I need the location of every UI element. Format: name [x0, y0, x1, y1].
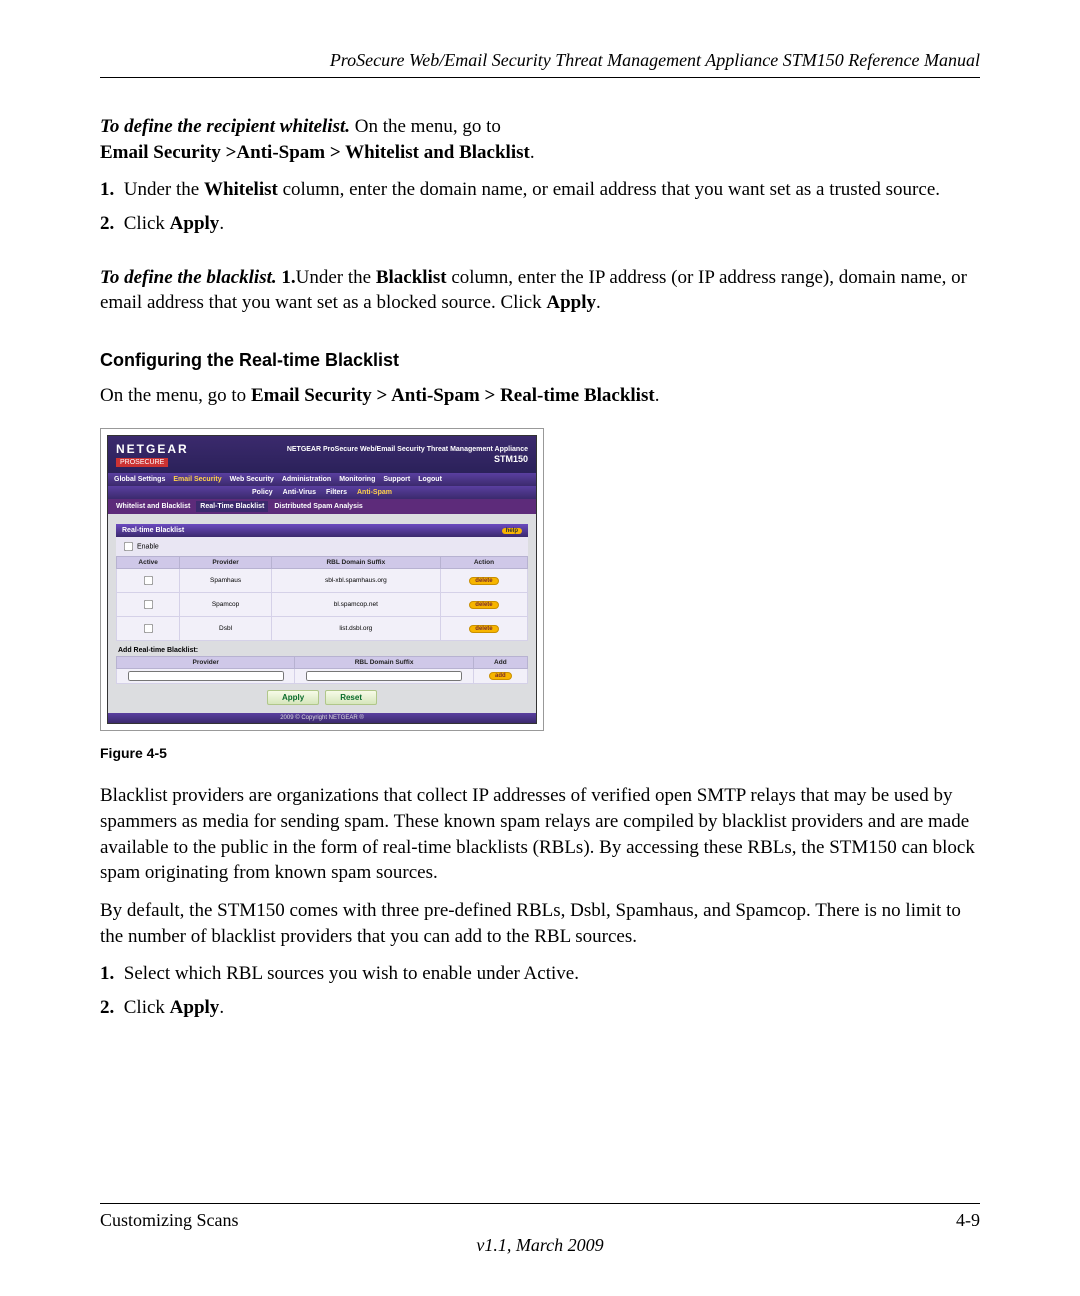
provider-cell: Dsbl	[180, 617, 271, 641]
tab-real-time-blacklist[interactable]: Real-Time Blacklist	[196, 501, 268, 512]
apply-button[interactable]: Apply	[267, 690, 319, 705]
enable-row: Enable	[116, 537, 528, 556]
table-row: Spamhaussbl-xbl.spamhaus.org delete	[117, 569, 528, 593]
nav-item-administration[interactable]: Administration	[282, 476, 331, 483]
footer-right: 4-9	[956, 1210, 980, 1231]
para-rbl-desc-2: By default, the STM150 comes with three …	[100, 898, 980, 949]
sub-nav: Policy Anti-Virus Filters Anti-Spam	[108, 486, 536, 499]
table-row: Spamcopbl.spamcop.net delete	[117, 593, 528, 617]
nav-item-web-security[interactable]: Web Security	[230, 476, 274, 483]
active-checkbox[interactable]	[144, 576, 153, 585]
reset-button[interactable]: Reset	[325, 690, 377, 705]
footer-left: Customizing Scans	[100, 1210, 239, 1231]
nav-item-support[interactable]: Support	[383, 476, 410, 483]
add-button[interactable]: add	[489, 672, 512, 680]
help-badge[interactable]: help	[502, 528, 522, 534]
para-rbl-desc-1: Blacklist providers are organizations th…	[100, 783, 980, 886]
col-action: Action	[440, 557, 527, 569]
rbl-step-2: 2. Click Apply.	[124, 995, 980, 1021]
rbl-step-1: 1. Select which RBL sources you wish to …	[124, 961, 980, 987]
prosecure-tag: PROSECURE	[116, 458, 168, 467]
rtbl-intro: On the menu, go to Email Security > Anti…	[100, 383, 980, 409]
add-rtbl-table: ProviderRBL Domain SuffixAdd add	[116, 656, 528, 684]
provider-cell: Spamhaus	[180, 569, 271, 593]
blacklist-intro: To define the blacklist. 1.Under the Bla…	[100, 265, 980, 316]
whitelist-lead: To define the recipient whitelist.	[100, 116, 350, 137]
panel-title-bar: Real-time Blacklist help	[116, 524, 528, 537]
active-checkbox[interactable]	[144, 600, 153, 609]
suffix-cell: list.dsbl.org	[271, 617, 440, 641]
nav-item-logout[interactable]: Logout	[418, 476, 442, 483]
whitelist-path: Email Security >Anti-Spam > Whitelist an…	[100, 142, 530, 163]
figure-label: Figure 4-5	[100, 745, 980, 761]
blacklist-lead: To define the blacklist.	[100, 267, 281, 288]
whitelist-intro: To define the recipient whitelist. On th…	[100, 114, 980, 165]
add-col-rbl-domain-suffix: RBL Domain Suffix	[295, 657, 473, 669]
col-provider: Provider	[180, 557, 271, 569]
enable-label: Enable	[137, 544, 159, 551]
footer-version: v1.1, March 2009	[100, 1235, 980, 1256]
rbl-steps: 1. Select which RBL sources you wish to …	[100, 961, 980, 1020]
add-rtbl-label: Add Real-time Blacklist:	[116, 641, 528, 656]
delete-button[interactable]: delete	[469, 577, 498, 585]
nav-item-global-settings[interactable]: Global Settings	[114, 476, 165, 483]
nav-item-email-security[interactable]: Email Security	[173, 476, 221, 483]
appliance-title: NETGEAR ProSecure Web/Email Security Thr…	[287, 446, 528, 453]
add-provider-input[interactable]	[128, 671, 284, 681]
delete-button[interactable]: delete	[469, 625, 498, 633]
subnav-item-policy[interactable]: Policy	[252, 489, 273, 496]
col-active: Active	[117, 557, 180, 569]
whitelist-step-1: 1. Under the Whitelist column, enter the…	[124, 177, 980, 203]
copyright-bar: 2009 © Copyright NETGEAR ®	[108, 713, 536, 723]
table-row: Dsbllist.dsbl.org delete	[117, 617, 528, 641]
suffix-cell: bl.spamcop.net	[271, 593, 440, 617]
subnav-item-anti-spam[interactable]: Anti-Spam	[357, 489, 392, 496]
doc-footer: Customizing Scans 4-9 v1.1, March 2009	[100, 1203, 980, 1256]
delete-button[interactable]: delete	[469, 601, 498, 609]
tab-distributed-spam-analysis[interactable]: Distributed Spam Analysis	[270, 501, 366, 512]
rtbl-heading: Configuring the Real-time Blacklist	[100, 350, 980, 371]
doc-header: ProSecure Web/Email Security Threat Mana…	[100, 50, 980, 78]
figure-screenshot: NETGEAR PROSECURE NETGEAR ProSecure Web/…	[100, 428, 980, 761]
rbl-table: ActiveProviderRBL Domain SuffixAction Sp…	[116, 556, 528, 641]
provider-cell: Spamcop	[180, 593, 271, 617]
panel-title: Real-time Blacklist	[122, 527, 184, 534]
brand-bar: NETGEAR PROSECURE NETGEAR ProSecure Web/…	[108, 436, 536, 473]
whitelist-step-2: 2. Click Apply.	[124, 211, 980, 237]
col-rbl-domain-suffix: RBL Domain Suffix	[271, 557, 440, 569]
suffix-cell: sbl-xbl.spamhaus.org	[271, 569, 440, 593]
subnav-item-anti-virus[interactable]: Anti-Virus	[283, 489, 316, 496]
tab-whitelist-and-blacklist[interactable]: Whitelist and Blacklist	[112, 501, 194, 512]
active-checkbox[interactable]	[144, 624, 153, 633]
enable-checkbox[interactable]	[124, 542, 133, 551]
netgear-logo: NETGEAR	[116, 442, 189, 456]
whitelist-steps: 1. Under the Whitelist column, enter the…	[100, 177, 980, 236]
add-col-provider: Provider	[117, 657, 295, 669]
nav-item-monitoring[interactable]: Monitoring	[339, 476, 375, 483]
add-suffix-input[interactable]	[306, 671, 462, 681]
tab-bar: Whitelist and BlacklistReal-Time Blackli…	[108, 499, 536, 514]
model-label: STM150	[287, 454, 528, 464]
main-nav: Global Settings Email Security Web Securit…	[108, 473, 536, 486]
add-col-add: Add	[473, 657, 527, 669]
subnav-item-filters[interactable]: Filters	[326, 489, 347, 496]
